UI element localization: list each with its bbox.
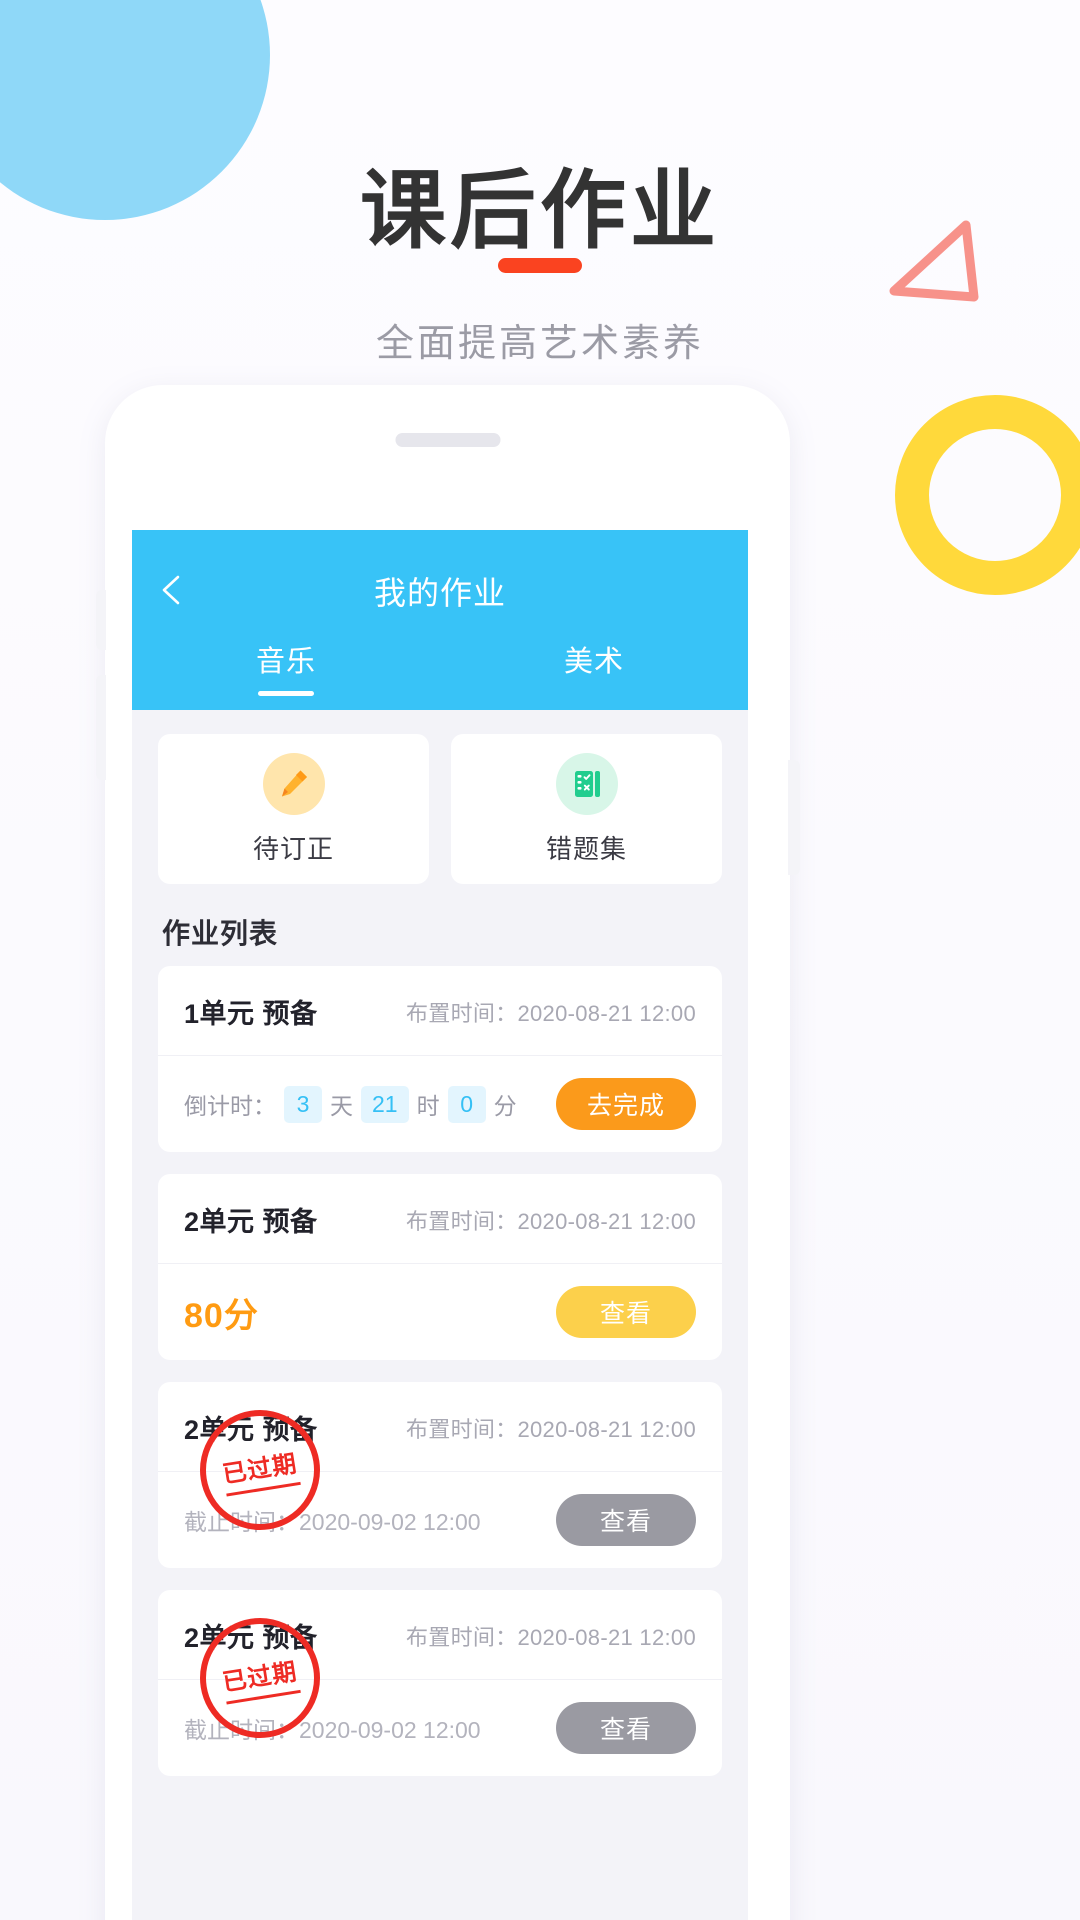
countdown-minute-unit: 分	[493, 1093, 517, 1119]
poster-title-underline	[498, 258, 582, 273]
decor-yellow-ring	[895, 395, 1080, 595]
phone-volume-down-button	[96, 675, 106, 780]
page-title: 我的作业	[373, 575, 506, 611]
section-title-homework-list: 作业列表	[162, 918, 279, 949]
homework-row[interactable]: 2单元 预备 布置时间：2020-08-21 12:00 截止时间：2020-0…	[158, 1590, 722, 1776]
countdown: 倒计时： 3 天 21 时 0 分	[184, 1085, 517, 1123]
homework-list: 1单元 预备 布置时间：2020-08-21 12:00 倒计时： 3 天 21…	[132, 966, 748, 1776]
homework-row-header: 2单元 预备 布置时间：2020-08-21 12:00	[158, 1382, 722, 1472]
shortcut-label: 错题集	[545, 833, 627, 864]
homework-score: 80分	[184, 1296, 259, 1335]
tab-bar: 音乐 美术	[132, 638, 748, 696]
homework-row-footer: 倒计时： 3 天 21 时 0 分 去完成	[158, 1056, 722, 1152]
tab-art[interactable]: 美术	[440, 638, 748, 696]
tab-music-label: 音乐	[255, 646, 316, 678]
homework-assigned-time: 布置时间：2020-08-21 12:00	[405, 1000, 696, 1026]
homework-row-header: 2单元 预备 布置时间：2020-08-21 12:00	[158, 1174, 722, 1264]
shortcut-label: 待订正	[252, 833, 334, 864]
go-complete-button[interactable]: 去完成	[556, 1078, 696, 1130]
homework-deadline: 截止时间：2020-09-02 12:00	[184, 1509, 481, 1535]
shortcut-cards: 待订正 错题集	[132, 710, 748, 884]
shortcut-card-pending-correction[interactable]: 待订正	[158, 734, 429, 884]
shortcut-card-mistake-book[interactable]: 错题集	[451, 734, 722, 884]
homework-row-header: 1单元 预备 布置时间：2020-08-21 12:00	[158, 966, 722, 1056]
countdown-days: 3	[284, 1085, 322, 1123]
tab-art-label: 美术	[563, 646, 624, 678]
homework-name: 1单元 预备	[184, 999, 318, 1029]
phone-power-button	[788, 760, 800, 875]
homework-assigned-time: 布置时间：2020-08-21 12:00	[405, 1624, 696, 1650]
homework-row[interactable]: 2单元 预备 布置时间：2020-08-21 12:00 80分 查看	[158, 1174, 722, 1360]
phone-volume-up-button	[96, 590, 106, 650]
countdown-minutes: 0	[447, 1085, 486, 1123]
homework-row[interactable]: 2单元 预备 布置时间：2020-08-21 12:00 截止时间：2020-0…	[158, 1382, 722, 1568]
homework-name: 2单元 预备	[184, 1207, 318, 1237]
homework-row-footer: 截止时间：2020-09-02 12:00 查看	[158, 1680, 722, 1776]
view-button[interactable]: 查看	[556, 1286, 696, 1338]
countdown-label: 倒计时：	[184, 1093, 276, 1119]
notebook-icon	[555, 752, 618, 815]
homework-name: 2单元 预备	[184, 1623, 318, 1653]
homework-name: 2单元 预备	[184, 1415, 318, 1445]
pencil-icon	[262, 752, 325, 815]
countdown-day-unit: 天	[330, 1093, 353, 1119]
view-button[interactable]: 查看	[556, 1702, 696, 1754]
homework-assigned-time: 布置时间：2020-08-21 12:00	[405, 1208, 696, 1234]
countdown-hours: 21	[361, 1085, 409, 1123]
phone-speaker	[395, 433, 500, 447]
poster-title: 课后作业	[360, 163, 720, 259]
tab-music[interactable]: 音乐	[132, 638, 440, 696]
homework-row-footer: 80分 查看	[158, 1264, 722, 1360]
poster-page: 课后作业 全面提高艺术素养 我的作业 音乐 美术 待订正 错题集 作业列表 1单…	[0, 0, 1080, 1920]
poster-subtitle: 全面提高艺术素养	[375, 323, 704, 365]
phone-mockup: 我的作业 音乐 美术 待订正 错题集 作业列表 1单元 预备 布置时间：2020…	[96, 385, 800, 1920]
app-header: 我的作业 音乐 美术	[132, 530, 748, 710]
homework-row-footer: 截止时间：2020-09-02 12:00 查看	[158, 1472, 722, 1568]
homework-assigned-time: 布置时间：2020-08-21 12:00	[405, 1416, 696, 1442]
homework-row[interactable]: 1单元 预备 布置时间：2020-08-21 12:00 倒计时： 3 天 21…	[158, 966, 722, 1152]
countdown-hour-unit: 时	[416, 1093, 440, 1119]
app-screen: 我的作业 音乐 美术 待订正 错题集 作业列表 1单元 预备 布置时间：2020…	[132, 530, 748, 1920]
tab-active-indicator	[258, 691, 314, 696]
homework-deadline: 截止时间：2020-09-02 12:00	[184, 1717, 481, 1743]
homework-row-header: 2单元 预备 布置时间：2020-08-21 12:00	[158, 1590, 722, 1680]
view-button[interactable]: 查看	[556, 1494, 696, 1546]
